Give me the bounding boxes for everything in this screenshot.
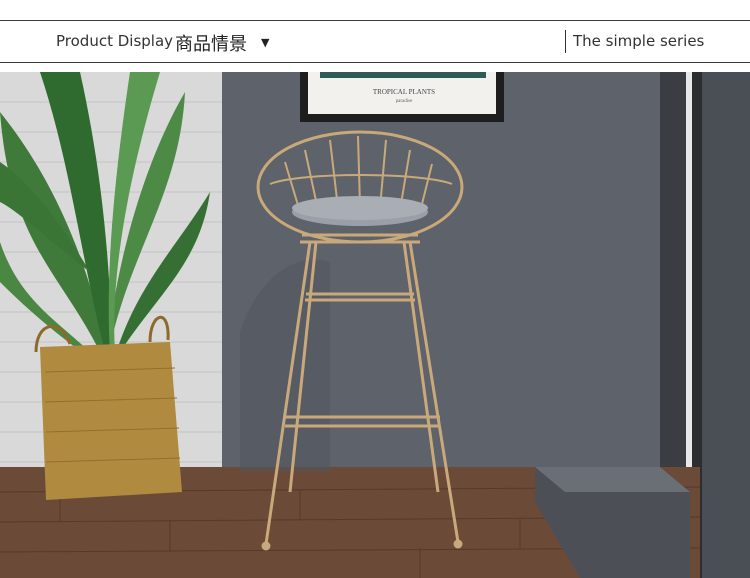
series-label: The simple series xyxy=(573,32,705,50)
section-title-chinese: 商品情景 xyxy=(175,34,247,55)
header-divider xyxy=(565,30,566,53)
woven-basket xyxy=(40,342,182,500)
product-scene-photo: TROPICAL PLANTS paradise xyxy=(0,72,750,578)
header-bottom-rule xyxy=(0,62,750,63)
poster-title: TROPICAL PLANTS xyxy=(373,88,435,96)
framed-poster: TROPICAL PLANTS paradise xyxy=(300,72,504,122)
header-top-rule xyxy=(0,20,750,21)
poster-subtitle: paradise xyxy=(396,99,413,104)
scene-illustration: TROPICAL PLANTS paradise xyxy=(0,72,750,578)
page-header: Product Display 商品情景 ▼ The simple series xyxy=(0,0,750,72)
section-title-english: Product Display xyxy=(56,32,174,50)
dropdown-caret-icon[interactable]: ▼ xyxy=(261,36,269,49)
